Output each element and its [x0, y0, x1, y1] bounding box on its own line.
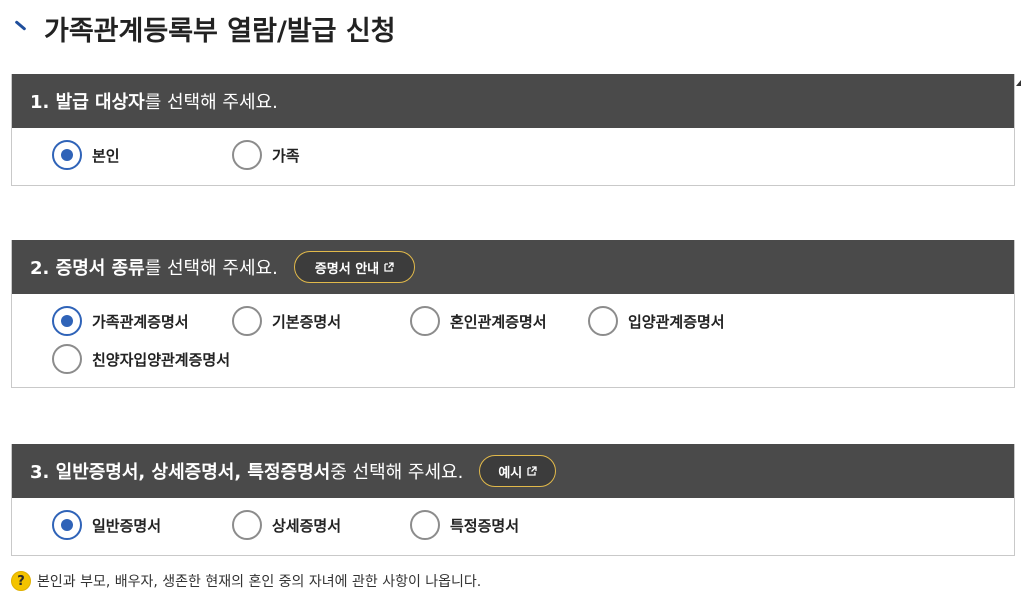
section-cert-type-header: 2. 증명서 종류 를 선택해 주세요. 증명서 안내 [12, 240, 1014, 294]
radio-option-marriage[interactable]: 혼인관계증명서 [410, 306, 588, 336]
section-cert-kind-heading-rest: 중 선택해 주세요. [330, 462, 464, 483]
radio-label: 본인 [92, 146, 120, 165]
radio-option-full-adoption[interactable]: 친양자입양관계증명서 [52, 344, 312, 374]
radio-button[interactable] [588, 306, 618, 336]
section-cert-kind: 3. 일반증명서, 상세증명서, 특정증명서 중 선택해 주세요. 예시 일반증… [11, 444, 1015, 556]
section-target-heading-rest: 를 선택해 주세요. [144, 92, 278, 113]
radio-label: 가족관계증명서 [92, 312, 189, 331]
radio-option-general[interactable]: 일반증명서 [52, 510, 232, 540]
radio-button[interactable] [232, 510, 262, 540]
radio-option-self[interactable]: 본인 [52, 140, 232, 170]
certificate-guide-label: 증명서 안내 [314, 261, 380, 277]
cert-kind-options: 일반증명서 상세증명서 특정증명서 [12, 498, 1014, 552]
help-note: ? 본인과 부모, 배우자, 생존한 현재의 혼인 중의 자녀에 관한 사항이 … [11, 571, 481, 591]
title-accent-icon [12, 20, 28, 36]
radio-option-basic[interactable]: 기본증명서 [232, 306, 410, 336]
radio-label: 기본증명서 [272, 312, 342, 331]
radio-option-family-relation[interactable]: 가족관계증명서 [52, 306, 232, 336]
radio-button[interactable] [410, 510, 440, 540]
cert-type-options: 가족관계증명서 기본증명서 혼인관계증명서 입양관계증명서 친양자입양관계증명서 [12, 294, 1014, 386]
radio-option-adoption[interactable]: 입양관계증명서 [588, 306, 788, 336]
section-target-header: 1. 발급 대상자 를 선택해 주세요. [12, 74, 1014, 128]
section-cert-type-heading-rest: 를 선택해 주세요. [144, 258, 278, 279]
radio-label: 특정증명서 [450, 516, 520, 535]
external-link-icon [527, 466, 537, 476]
radio-option-specific[interactable]: 특정증명서 [410, 510, 588, 540]
radio-label: 친양자입양관계증명서 [92, 350, 231, 369]
radio-button[interactable] [52, 510, 82, 540]
scroll-up-icon[interactable] [1014, 70, 1024, 90]
radio-option-detailed[interactable]: 상세증명서 [232, 510, 410, 540]
radio-label: 상세증명서 [272, 516, 342, 535]
radio-button[interactable] [52, 140, 82, 170]
radio-button[interactable] [410, 306, 440, 336]
radio-label: 혼인관계증명서 [450, 312, 547, 331]
radio-button[interactable] [232, 306, 262, 336]
question-icon: ? [11, 571, 31, 591]
radio-option-family[interactable]: 가족 [232, 140, 412, 170]
section-target: 1. 발급 대상자 를 선택해 주세요. 본인 가족 [11, 74, 1015, 186]
external-link-icon [384, 262, 394, 272]
target-options: 본인 가족 [12, 128, 1014, 182]
section-cert-kind-heading: 3. 일반증명서, 상세증명서, 특정증명서 [30, 462, 331, 483]
radio-label: 가족 [272, 146, 300, 165]
section-target-heading: 1. 발급 대상자 [30, 92, 145, 113]
section-cert-type: 2. 증명서 종류 를 선택해 주세요. 증명서 안내 가족관계증명서 기본증명… [11, 240, 1015, 388]
page-title: 가족관계등록부 열람/발급 신청 [8, 8, 396, 48]
page-title-text: 가족관계등록부 열람/발급 신청 [44, 15, 396, 47]
radio-label: 일반증명서 [92, 516, 162, 535]
section-cert-type-heading: 2. 증명서 종류 [30, 258, 145, 279]
radio-button[interactable] [52, 306, 82, 336]
help-text: 본인과 부모, 배우자, 생존한 현재의 혼인 중의 자녀에 관한 사항이 나옵… [37, 574, 482, 590]
example-button[interactable]: 예시 [479, 455, 557, 487]
radio-button[interactable] [52, 344, 82, 374]
certificate-guide-button[interactable]: 증명서 안내 [293, 251, 416, 283]
radio-button[interactable] [232, 140, 262, 170]
section-cert-kind-header: 3. 일반증명서, 상세증명서, 특정증명서 중 선택해 주세요. 예시 [12, 444, 1014, 498]
radio-label: 입양관계증명서 [628, 312, 725, 331]
example-label: 예시 [498, 465, 523, 481]
